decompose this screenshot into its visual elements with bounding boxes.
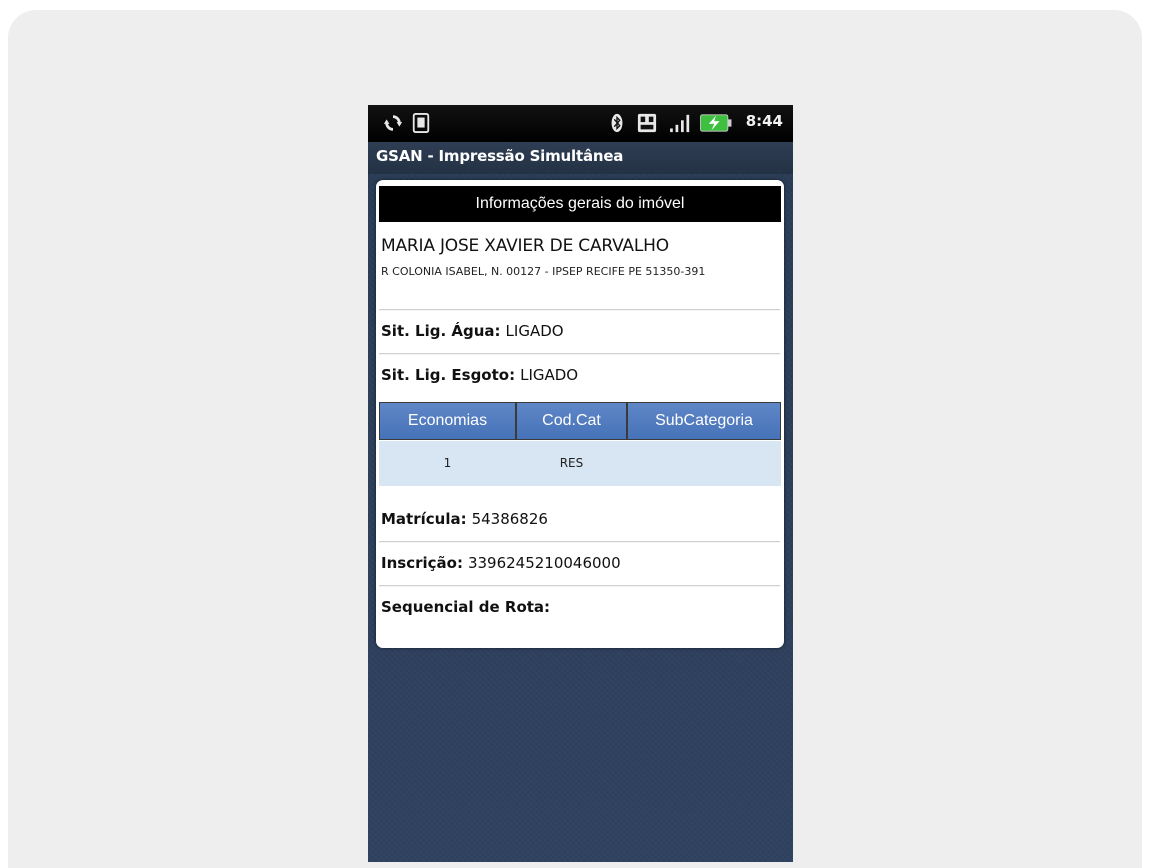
- property-info-card: Informações gerais do imóvel MARIA JOSE …: [376, 180, 784, 648]
- card-header: Informações gerais do imóvel: [379, 186, 781, 222]
- sit-agua-value: LIGADO: [505, 322, 564, 340]
- matricula-label: Matrícula:: [381, 510, 467, 528]
- sequencial-label: Sequencial de Rota:: [381, 598, 551, 616]
- owner-name: MARIA JOSE XAVIER DE CARVALHO: [381, 236, 669, 256]
- categories-table-header: Economias Cod.Cat SubCategoria: [379, 402, 781, 440]
- app-title: GSAN - Impressão Simultânea: [376, 147, 624, 165]
- sit-esgoto-label: Sit. Lig. Esgoto:: [381, 366, 516, 384]
- app-title-bar: GSAN - Impressão Simultânea: [368, 142, 793, 174]
- divider: [379, 541, 780, 543]
- cell-cod-cat: RES: [559, 456, 584, 470]
- column-header-cod-cat: Cod.Cat: [517, 403, 626, 439]
- sync-icon: [383, 115, 403, 131]
- status-time: 8:44: [745, 112, 783, 130]
- signal-icon: [670, 114, 690, 133]
- inscricao-value: 3396245210046000: [467, 554, 621, 572]
- divider: [379, 353, 780, 355]
- column-header-subcategoria: SubCategoria: [628, 403, 780, 439]
- divider: [379, 585, 780, 587]
- sit-esgoto-field: Sit. Lig. Esgoto: LIGADO: [381, 366, 578, 384]
- owner-address: R COLONIA ISABEL, N. 00127 - IPSEP RECIF…: [381, 265, 706, 278]
- status-bar: 8:44: [368, 105, 793, 142]
- table-row: 1 RES: [379, 441, 781, 486]
- phone-screen: 8:44 GSAN - Impressão Simultânea Informa…: [368, 105, 793, 862]
- sim-card-icon: [412, 113, 430, 133]
- cell-economias: 1: [443, 456, 452, 470]
- notification-icon: [637, 113, 657, 133]
- sequencial-field: Sequencial de Rota:: [381, 598, 555, 616]
- matricula-value: 54386826: [471, 510, 548, 528]
- inscricao-field: Inscrição: 3396245210046000: [381, 554, 621, 572]
- cell-subcategoria: [628, 441, 780, 486]
- bluetooth-icon: [611, 113, 623, 133]
- matricula-field: Matrícula: 54386826: [381, 510, 548, 528]
- column-header-economias: Economias: [380, 403, 515, 439]
- sit-esgoto-value: LIGADO: [520, 366, 579, 384]
- divider: [379, 309, 780, 311]
- battery-charging-icon: [700, 114, 732, 132]
- inscricao-label: Inscrição:: [381, 554, 463, 572]
- sit-agua-field: Sit. Lig. Água: LIGADO: [381, 322, 564, 340]
- sit-agua-label: Sit. Lig. Água:: [381, 322, 501, 340]
